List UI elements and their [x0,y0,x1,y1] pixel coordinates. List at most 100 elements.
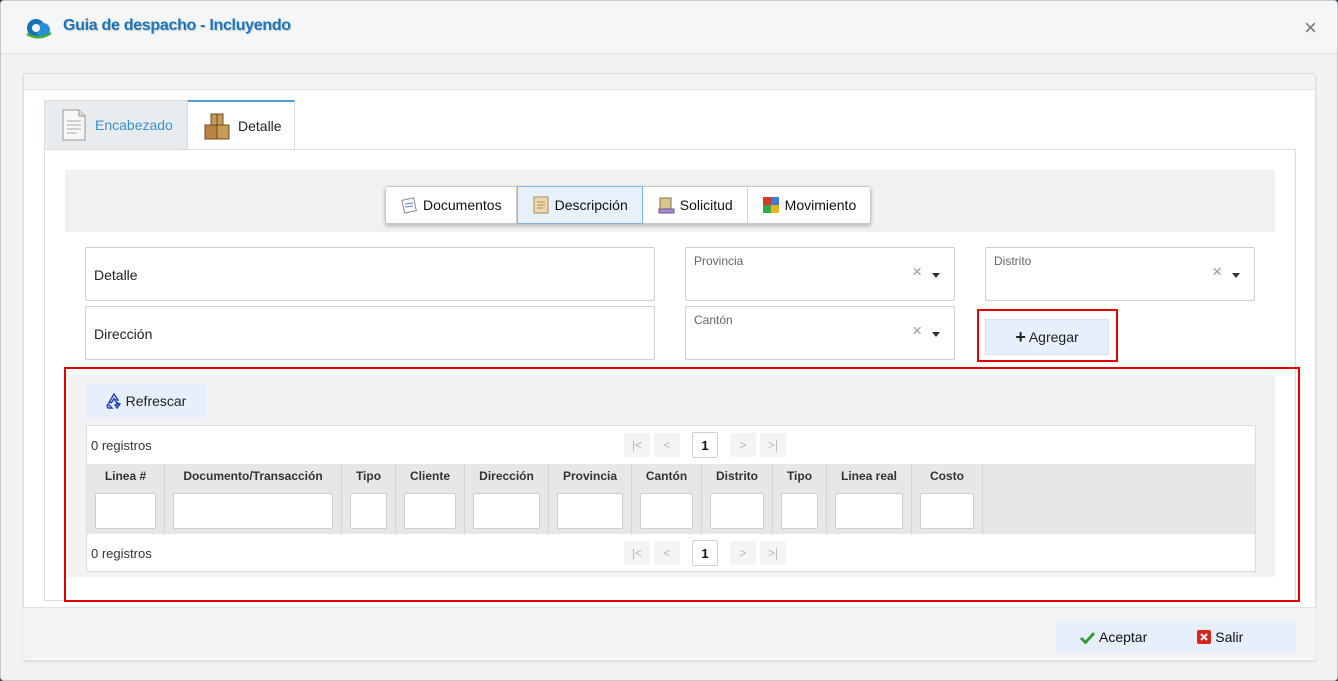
documents-icon [401,197,417,214]
direccion-field[interactable]: Dirección [85,306,655,360]
description-icon [533,196,549,214]
column-title: Tipo [786,469,813,483]
data-grid: 0 registros |< < 1 > >| Linea # Document… [86,425,1256,572]
clear-icon[interactable]: × [912,322,922,339]
boxes-icon [204,113,230,139]
subnav-movimiento-label: Movimiento [784,197,857,213]
provincia-select[interactable]: Provincia × [685,247,955,301]
filter-input[interactable] [404,493,456,529]
column-linea: Linea # [87,464,165,534]
direccion-placeholder: Dirección [94,326,153,342]
filter-input[interactable] [710,493,764,529]
prev-page-icon[interactable]: < [654,541,680,565]
tab-encabezado-label: Encabezado [95,117,173,133]
pagination: |< < 1 > >| [624,540,790,566]
current-page[interactable]: 1 [692,540,718,566]
records-count: 0 registros [91,438,152,453]
pager-top: 0 registros |< < 1 > >| [87,426,1255,464]
first-page-icon[interactable]: |< [624,433,650,457]
next-page-icon[interactable]: > [730,433,756,457]
column-costo: Costo [912,464,983,534]
next-page-icon[interactable]: > [730,541,756,565]
canton-select[interactable]: Cantón × [685,306,955,360]
agregar-button[interactable]: + Agregar [985,319,1109,355]
pagination: |< < 1 > >| [624,432,790,458]
column-title: Linea # [104,469,147,483]
dialog-window: Guia de despacho - Incluyendo × Encabeza… [0,0,1338,681]
chevron-down-icon[interactable] [932,332,940,337]
column-linea-real: Linea real [827,464,912,534]
tab-detalle[interactable]: Detalle [187,100,295,150]
refresh-button[interactable]: Refrescar [86,384,206,418]
column-documento: Documento/Transacción [165,464,342,534]
distrito-select[interactable]: Distrito × [985,247,1255,301]
tab-detalle-label: Detalle [238,117,282,134]
column-title: Dirección [479,469,534,483]
subnav-descripcion-label: Descripción [554,197,628,213]
provincia-label: Provincia [694,254,744,268]
subnav-band: Documentos Descripción Solicitud Movimie… [65,170,1275,232]
column-title: Distrito [716,469,758,483]
checkmark-icon [1080,631,1095,644]
grid-area: Refrescar 0 registros |< < 1 > >| Linea … [67,375,1275,577]
recycle-icon [105,393,121,409]
clear-icon[interactable]: × [1212,263,1222,280]
current-page[interactable]: 1 [692,432,718,458]
subnav-movimiento[interactable]: Movimiento [748,187,871,223]
column-title: Linea real [840,469,898,483]
column-tipo: Tipo [342,464,396,534]
title-bar: Guia de despacho - Incluyendo × [1,1,1337,54]
cloud-logo-icon [26,19,52,39]
column-provincia: Provincia [549,464,632,534]
filter-input[interactable] [350,493,387,529]
first-page-icon[interactable]: |< [624,541,650,565]
filter-input[interactable] [557,493,623,529]
frame-top-strip [24,74,1315,90]
detalle-field[interactable]: Detalle [85,247,655,301]
prev-page-icon[interactable]: < [654,433,680,457]
movement-icon [762,197,779,213]
subnav-solicitud[interactable]: Solicitud [643,187,748,223]
clear-icon[interactable]: × [912,263,922,280]
filter-input[interactable] [920,493,974,529]
chevron-down-icon[interactable] [932,273,940,278]
chevron-down-icon[interactable] [1232,273,1240,278]
dialog-footer: Aceptar Salir [23,607,1316,659]
records-count: 0 registros [91,546,152,561]
last-page-icon[interactable]: >| [760,433,786,457]
column-title: Cliente [409,469,450,483]
subnav-toolbar: Documentos Descripción Solicitud Movimie… [385,186,872,224]
subnav-documentos[interactable]: Documentos [386,187,517,223]
agregar-label: Agregar [1028,329,1079,345]
column-title: Cantón [645,469,688,483]
exit-button[interactable]: Salir [1197,621,1243,653]
footer-button-group: Aceptar Salir [1056,621,1296,653]
window-title: Guia de despacho - Incluyendo [63,17,291,34]
request-icon [658,197,675,214]
filter-input[interactable] [781,493,818,529]
column-title: Costo [930,469,964,483]
filter-input[interactable] [835,493,903,529]
subnav-descripcion[interactable]: Descripción [516,186,643,224]
column-title: Documento/Transacción [183,469,323,483]
accept-label: Aceptar [1099,629,1148,645]
distrito-label: Distrito [994,254,1032,268]
grid-header: Linea # Documento/Transacción Tipo Clien… [87,464,1255,534]
plus-icon: + [1015,327,1026,347]
column-cliente: Cliente [396,464,465,534]
close-icon[interactable]: × [1304,17,1317,39]
grid-highlight: Refrescar 0 registros |< < 1 > >| Linea … [64,367,1300,602]
canton-label: Cantón [694,313,733,327]
filter-input[interactable] [640,493,693,529]
subnav-documentos-label: Documentos [423,197,502,213]
column-title: Tipo [355,469,382,483]
accept-button[interactable]: Aceptar [1080,621,1147,653]
last-page-icon[interactable]: >| [760,541,786,565]
filter-input[interactable] [473,493,540,529]
tab-encabezado[interactable]: Encabezado [44,100,188,150]
column-distrito: Distrito [702,464,773,534]
filter-input[interactable] [173,493,333,529]
filter-input[interactable] [95,493,156,529]
subnav-solicitud-label: Solicitud [679,197,733,213]
exit-label: Salir [1215,629,1244,645]
